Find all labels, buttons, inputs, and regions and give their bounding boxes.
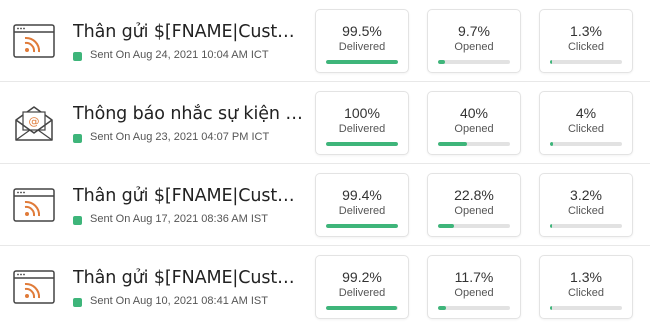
delivered-card[interactable]: 99.4% Delivered	[315, 173, 409, 237]
opened-progress-fill	[438, 224, 455, 228]
sent-status-dot	[73, 216, 82, 225]
sent-status-dot	[73, 298, 82, 307]
rss-icon	[13, 24, 55, 58]
clicked-progress-fill	[550, 60, 553, 64]
sent-date: Sent On Aug 10, 2021 08:41 AM IST	[90, 295, 268, 307]
opened-value: 9.7%	[458, 23, 490, 39]
clicked-progress-track	[550, 306, 622, 310]
opened-card[interactable]: 40% Opened	[427, 91, 521, 155]
campaign-title[interactable]: Thông báo nhắc sự kiện webinar	[73, 104, 305, 124]
clicked-progress-track	[550, 224, 622, 228]
clicked-label: Clicked	[567, 123, 605, 135]
opened-label: Opened	[454, 123, 494, 135]
opened-label: Opened	[454, 41, 494, 53]
clicked-label: Clicked	[567, 205, 605, 217]
svg-text:@: @	[29, 115, 40, 128]
opened-progress-track	[438, 224, 510, 228]
clicked-progress-track	[550, 142, 622, 146]
campaign-type-icon	[13, 186, 55, 224]
sent-date: Sent On Aug 17, 2021 08:36 AM IST	[90, 213, 268, 225]
email-envelope-icon: @	[15, 106, 53, 141]
delivered-progress-track	[326, 142, 398, 146]
rss-icon	[13, 188, 55, 222]
campaign-row[interactable]: Thân gửi $[FNAME|Customer] ... Sent On A…	[0, 246, 650, 325]
delivered-card[interactable]: 99.2% Delivered	[315, 255, 409, 319]
clicked-card[interactable]: 4% Clicked	[539, 91, 633, 155]
clicked-value: 4%	[575, 105, 597, 121]
opened-card[interactable]: 9.7% Opened	[427, 9, 521, 73]
clicked-progress-fill	[550, 306, 553, 310]
clicked-card[interactable]: 1.3% Clicked	[539, 9, 633, 73]
delivered-progress-fill	[326, 224, 398, 228]
campaign-title[interactable]: Thân gửi $[FNAME|Customer] ...	[73, 186, 305, 206]
delivered-progress-fill	[326, 306, 398, 310]
campaign-row[interactable]: Thân gửi $[FNAME|Customer] ... Sent On A…	[0, 0, 650, 82]
sent-status-dot	[73, 52, 82, 61]
delivered-value: 100%	[344, 105, 380, 121]
opened-label: Opened	[454, 205, 494, 217]
campaign-row[interactable]: @ Thông báo nhắc sự kiện webinar Sent On…	[0, 82, 650, 164]
clicked-label: Clicked	[567, 41, 605, 53]
opened-value: 40%	[459, 105, 489, 121]
opened-progress-fill	[438, 306, 447, 310]
opened-value: 11.7%	[454, 269, 494, 285]
delivered-progress-fill	[326, 142, 398, 146]
clicked-value: 1.3%	[570, 269, 602, 285]
delivered-progress-track	[326, 224, 398, 228]
clicked-card[interactable]: 3.2% Clicked	[539, 173, 633, 237]
clicked-progress-fill	[550, 142, 553, 146]
delivered-label: Delivered	[338, 41, 386, 53]
delivered-label: Delivered	[338, 287, 386, 299]
clicked-value: 3.2%	[570, 187, 602, 203]
opened-progress-track	[438, 60, 510, 64]
rss-icon	[13, 270, 55, 304]
delivered-progress-fill	[326, 60, 398, 64]
sent-status-dot	[73, 134, 82, 143]
clicked-value: 1.3%	[570, 23, 602, 39]
opened-progress-fill	[438, 60, 445, 64]
opened-progress-fill	[438, 142, 467, 146]
delivered-progress-track	[326, 306, 398, 310]
delivered-label: Delivered	[338, 205, 386, 217]
campaign-type-icon	[13, 268, 55, 306]
opened-card[interactable]: 11.7% Opened	[427, 255, 521, 319]
clicked-progress-fill	[550, 224, 553, 228]
opened-label: Opened	[454, 287, 494, 299]
campaign-row[interactable]: Thân gửi $[FNAME|Customer] ... Sent On A…	[0, 164, 650, 246]
delivered-progress-track	[326, 60, 398, 64]
clicked-card[interactable]: 1.3% Clicked	[539, 255, 633, 319]
clicked-progress-track	[550, 60, 622, 64]
delivered-value: 99.5%	[342, 23, 382, 39]
campaign-title[interactable]: Thân gửi $[FNAME|Customer] ...	[73, 22, 305, 42]
delivered-value: 99.2%	[342, 269, 382, 285]
opened-progress-track	[438, 306, 510, 310]
opened-value: 22.8%	[454, 187, 494, 203]
sent-date: Sent On Aug 24, 2021 10:04 AM ICT	[90, 49, 269, 61]
campaign-title[interactable]: Thân gửi $[FNAME|Customer] ...	[73, 268, 305, 288]
opened-progress-track	[438, 142, 510, 146]
opened-card[interactable]: 22.8% Opened	[427, 173, 521, 237]
campaign-type-icon: @	[13, 104, 55, 142]
delivered-value: 99.4%	[342, 187, 382, 203]
delivered-card[interactable]: 100% Delivered	[315, 91, 409, 155]
campaign-type-icon	[13, 22, 55, 60]
clicked-label: Clicked	[567, 287, 605, 299]
sent-date: Sent On Aug 23, 2021 04:07 PM ICT	[90, 131, 270, 143]
delivered-card[interactable]: 99.5% Delivered	[315, 9, 409, 73]
delivered-label: Delivered	[338, 123, 386, 135]
